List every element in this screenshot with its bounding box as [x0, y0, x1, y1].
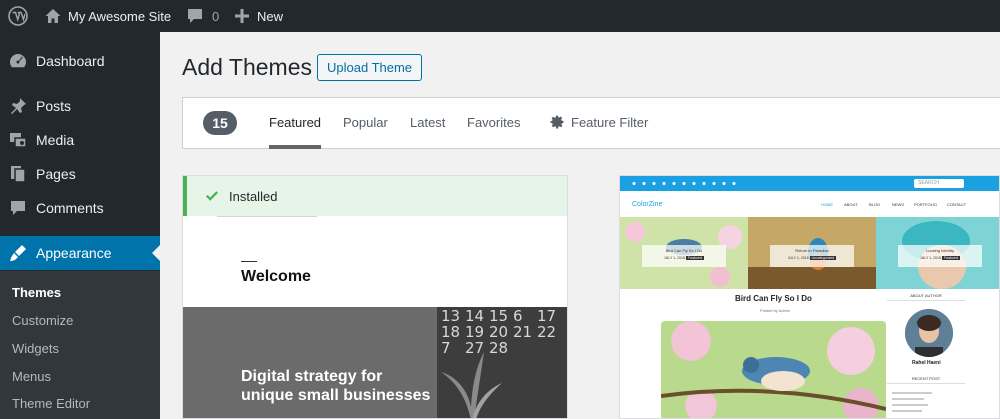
hero-text: Digital strategy for unique small busine…: [241, 367, 430, 405]
hero-line-2: unique small businesses: [241, 387, 431, 404]
new-content-link[interactable]: New: [235, 0, 283, 32]
author-avatar: [905, 309, 953, 357]
preview-nav-item: CONTACT: [947, 202, 967, 207]
preview-post-title: Bird Can Fly So I Do: [735, 294, 812, 303]
gear-icon: [549, 114, 571, 130]
preview-heading: Welcome: [241, 268, 311, 285]
theme-count-badge: 15: [203, 111, 237, 135]
tab-latest[interactable]: Latest: [410, 115, 445, 130]
slide-meta: JULY 1, 2018 Uncategorized: [787, 256, 837, 260]
sidebar-item-dashboard[interactable]: Dashboard: [0, 44, 160, 78]
slide-meta: JULY 1, 2018 Featured: [664, 256, 704, 260]
submenu-item-widgets[interactable]: Widgets: [12, 341, 59, 356]
slide-caption: Bird Can Fly So I Do JULY 1, 2018 Featur…: [642, 245, 726, 267]
checkmark-icon: [205, 189, 219, 203]
text-line: [892, 398, 924, 400]
preview-topbar: SEARCH: [620, 176, 999, 191]
preview-nav-item: NEWS: [892, 202, 904, 207]
submenu-item-theme-editor[interactable]: Theme Editor: [12, 396, 90, 411]
calendar-number: 22: [537, 323, 556, 341]
tab-popular[interactable]: Popular: [343, 115, 388, 130]
preview-nav-item: HOME: [821, 202, 833, 207]
slide-caption: Return to Paradise JULY 1, 2018 Uncatego…: [770, 245, 854, 267]
theme-screenshot-hero: 13 14 15 6 17 18 19 20 21 22 7 27 28 Digital strateg…: [183, 307, 567, 418]
preview-slide: Loosing Identity JULY 1, 2018 Featured: [876, 217, 999, 289]
comments-icon: [8, 198, 28, 218]
preview-post-meta: Posted by Admin: [760, 308, 791, 313]
site-name: My Awesome Site: [68, 8, 172, 24]
preview-sidebar-heading: ABOUT AUTHOR: [887, 293, 965, 301]
social-icons: [632, 182, 736, 185]
pin-icon: [8, 96, 28, 116]
admin-toolbar: My Awesome Site 0 New: [0, 0, 1000, 32]
preview-search: SEARCH: [914, 179, 964, 188]
theme-card[interactable]: Installed Welcome 13 14 15 6 17 18 19 20 21 22 7 27…: [182, 175, 568, 419]
text-line: [892, 410, 922, 412]
sidebar-item-pages[interactable]: Pages: [0, 157, 160, 191]
home-icon: [44, 7, 62, 25]
text-line: [892, 392, 932, 394]
submenu-item-themes[interactable]: Themes: [12, 285, 61, 300]
feature-filter-button[interactable]: Feature Filter: [549, 114, 648, 130]
installed-notice: Installed: [183, 176, 567, 216]
submenu-item-menus[interactable]: Menus: [12, 369, 51, 384]
sidebar-item-posts[interactable]: Posts: [0, 89, 160, 123]
tab-featured[interactable]: Featured: [269, 115, 322, 149]
preview-slide: Return to Paradise JULY 1, 2018 Uncatego…: [748, 217, 876, 289]
plus-icon: [235, 9, 249, 23]
current-menu-arrow: [152, 245, 160, 261]
plant-image: [441, 352, 502, 418]
new-label: New: [257, 8, 284, 24]
site-home-link[interactable]: My Awesome Site: [44, 0, 171, 32]
media-icon: [8, 130, 28, 150]
tab-favorites[interactable]: Favorites: [467, 115, 520, 130]
submenu-item-customize[interactable]: Customize: [12, 313, 73, 328]
preview-nav-item: BLOG: [869, 202, 881, 207]
comment-bubble-icon: [186, 7, 204, 25]
sidebar-item-appearance[interactable]: Appearance: [0, 236, 160, 270]
feature-filter-label: Feature Filter: [571, 114, 649, 130]
preview-post-image: [661, 321, 886, 418]
dashboard-icon: [8, 51, 28, 71]
preview-nav-item: ABOUT: [844, 202, 858, 207]
slide-caption: Loosing Identity JULY 1, 2018 Featured: [898, 245, 982, 267]
brush-icon: [8, 243, 28, 263]
slide-meta: JULY 1, 2018 Featured: [920, 256, 960, 260]
preview-recent-heading: RECENT POST: [887, 376, 965, 384]
preview-logo: ColorZine: [632, 201, 663, 208]
appearance-submenu: Themes Customize Widgets Menus Theme Edi…: [0, 271, 160, 419]
hero-line-1: Digital strategy for: [241, 368, 383, 385]
comment-count: 0: [212, 8, 220, 24]
heading-dash: [241, 261, 257, 262]
pages-icon: [8, 164, 28, 184]
sidebar-item-media[interactable]: Media: [0, 123, 160, 157]
sidebar-item-comments[interactable]: Comments: [0, 191, 160, 225]
comments-link[interactable]: 0: [186, 0, 219, 32]
slide-title: Bird Can Fly So I Do: [665, 248, 703, 253]
slide-title: Return to Paradise: [795, 248, 829, 253]
upload-theme-button[interactable]: Upload Theme: [317, 54, 423, 81]
slide-title: Loosing Identity: [925, 248, 955, 253]
text-line: [892, 404, 928, 406]
preview-slide: Bird Can Fly So I Do JULY 1, 2018 Featur…: [620, 217, 748, 289]
preview-nav-item: PORTFOLIO: [914, 202, 938, 207]
page-title: Add Themes: [182, 54, 312, 80]
theme-card[interactable]: SEARCH ColorZine HOME ABOUT BLOG NEWS PO…: [619, 175, 1000, 419]
calendar-number: 21: [513, 323, 532, 341]
preview-author-name: Rahel Haeni: [912, 360, 941, 366]
wordpress-logo-icon[interactable]: [8, 0, 28, 32]
nav-underline: [217, 216, 317, 218]
theme-filter-bar: 15 Featured Popular Latest Favorites Fea…: [182, 97, 1000, 149]
installed-label: Installed: [229, 188, 278, 204]
